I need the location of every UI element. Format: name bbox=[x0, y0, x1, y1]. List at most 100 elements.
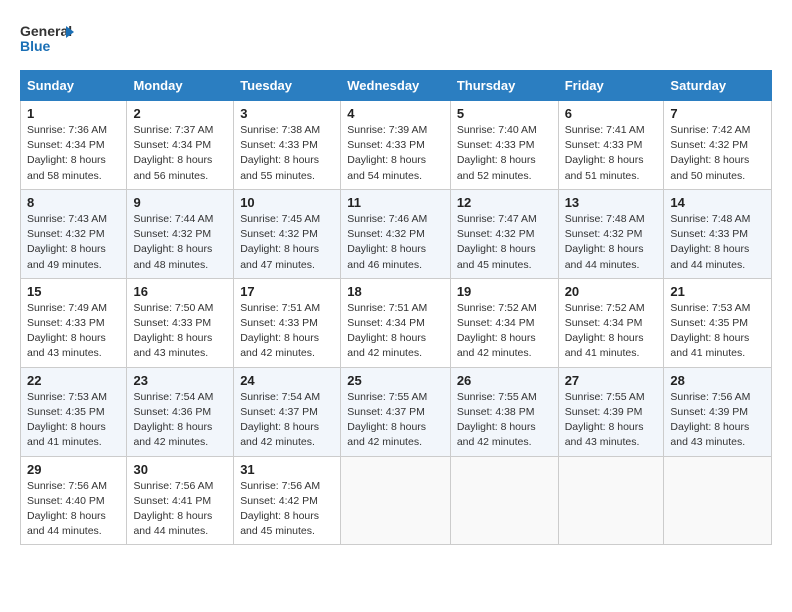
day-detail: Sunrise: 7:56 AMSunset: 4:42 PMDaylight:… bbox=[240, 480, 320, 538]
day-detail: Sunrise: 7:37 AMSunset: 4:34 PMDaylight:… bbox=[133, 124, 213, 182]
calendar-week-5: 29 Sunrise: 7:56 AMSunset: 4:40 PMDaylig… bbox=[21, 456, 772, 545]
calendar-cell: 26 Sunrise: 7:55 AMSunset: 4:38 PMDaylig… bbox=[450, 367, 558, 456]
day-number: 14 bbox=[670, 195, 765, 210]
calendar-cell: 12 Sunrise: 7:47 AMSunset: 4:32 PMDaylig… bbox=[450, 189, 558, 278]
day-number: 16 bbox=[133, 284, 227, 299]
day-detail: Sunrise: 7:48 AMSunset: 4:32 PMDaylight:… bbox=[565, 213, 645, 271]
calendar-cell: 17 Sunrise: 7:51 AMSunset: 4:33 PMDaylig… bbox=[234, 278, 341, 367]
calendar-cell: 22 Sunrise: 7:53 AMSunset: 4:35 PMDaylig… bbox=[21, 367, 127, 456]
day-detail: Sunrise: 7:51 AMSunset: 4:34 PMDaylight:… bbox=[347, 302, 427, 360]
day-detail: Sunrise: 7:39 AMSunset: 4:33 PMDaylight:… bbox=[347, 124, 427, 182]
day-detail: Sunrise: 7:52 AMSunset: 4:34 PMDaylight:… bbox=[565, 302, 645, 360]
calendar-header-thursday: Thursday bbox=[450, 71, 558, 101]
day-detail: Sunrise: 7:51 AMSunset: 4:33 PMDaylight:… bbox=[240, 302, 320, 360]
day-number: 2 bbox=[133, 106, 227, 121]
day-detail: Sunrise: 7:55 AMSunset: 4:38 PMDaylight:… bbox=[457, 391, 537, 449]
calendar-cell: 9 Sunrise: 7:44 AMSunset: 4:32 PMDayligh… bbox=[127, 189, 234, 278]
day-number: 15 bbox=[27, 284, 120, 299]
page: General Blue SundayMondayTuesdayWednesda… bbox=[0, 0, 792, 612]
calendar-cell: 5 Sunrise: 7:40 AMSunset: 4:33 PMDayligh… bbox=[450, 101, 558, 190]
day-number: 25 bbox=[347, 373, 444, 388]
day-number: 7 bbox=[670, 106, 765, 121]
calendar-header-wednesday: Wednesday bbox=[341, 71, 451, 101]
day-number: 11 bbox=[347, 195, 444, 210]
day-detail: Sunrise: 7:45 AMSunset: 4:32 PMDaylight:… bbox=[240, 213, 320, 271]
calendar-cell: 3 Sunrise: 7:38 AMSunset: 4:33 PMDayligh… bbox=[234, 101, 341, 190]
calendar-header-row: SundayMondayTuesdayWednesdayThursdayFrid… bbox=[21, 71, 772, 101]
day-number: 8 bbox=[27, 195, 120, 210]
day-detail: Sunrise: 7:47 AMSunset: 4:32 PMDaylight:… bbox=[457, 213, 537, 271]
day-detail: Sunrise: 7:54 AMSunset: 4:37 PMDaylight:… bbox=[240, 391, 320, 449]
calendar-header-sunday: Sunday bbox=[21, 71, 127, 101]
day-detail: Sunrise: 7:53 AMSunset: 4:35 PMDaylight:… bbox=[27, 391, 107, 449]
day-detail: Sunrise: 7:41 AMSunset: 4:33 PMDaylight:… bbox=[565, 124, 645, 182]
calendar-cell: 21 Sunrise: 7:53 AMSunset: 4:35 PMDaylig… bbox=[664, 278, 772, 367]
day-number: 9 bbox=[133, 195, 227, 210]
calendar-cell: 10 Sunrise: 7:45 AMSunset: 4:32 PMDaylig… bbox=[234, 189, 341, 278]
calendar-cell: 6 Sunrise: 7:41 AMSunset: 4:33 PMDayligh… bbox=[558, 101, 664, 190]
calendar-header-monday: Monday bbox=[127, 71, 234, 101]
day-detail: Sunrise: 7:38 AMSunset: 4:33 PMDaylight:… bbox=[240, 124, 320, 182]
day-number: 27 bbox=[565, 373, 658, 388]
day-number: 31 bbox=[240, 462, 334, 477]
day-number: 13 bbox=[565, 195, 658, 210]
day-detail: Sunrise: 7:48 AMSunset: 4:33 PMDaylight:… bbox=[670, 213, 750, 271]
calendar-cell: 31 Sunrise: 7:56 AMSunset: 4:42 PMDaylig… bbox=[234, 456, 341, 545]
day-number: 10 bbox=[240, 195, 334, 210]
day-detail: Sunrise: 7:55 AMSunset: 4:39 PMDaylight:… bbox=[565, 391, 645, 449]
day-detail: Sunrise: 7:49 AMSunset: 4:33 PMDaylight:… bbox=[27, 302, 107, 360]
day-detail: Sunrise: 7:54 AMSunset: 4:36 PMDaylight:… bbox=[133, 391, 213, 449]
day-number: 30 bbox=[133, 462, 227, 477]
calendar-cell: 18 Sunrise: 7:51 AMSunset: 4:34 PMDaylig… bbox=[341, 278, 451, 367]
day-number: 1 bbox=[27, 106, 120, 121]
calendar-cell: 25 Sunrise: 7:55 AMSunset: 4:37 PMDaylig… bbox=[341, 367, 451, 456]
calendar-cell: 13 Sunrise: 7:48 AMSunset: 4:32 PMDaylig… bbox=[558, 189, 664, 278]
calendar-cell bbox=[664, 456, 772, 545]
day-detail: Sunrise: 7:43 AMSunset: 4:32 PMDaylight:… bbox=[27, 213, 107, 271]
calendar-cell: 27 Sunrise: 7:55 AMSunset: 4:39 PMDaylig… bbox=[558, 367, 664, 456]
calendar-cell bbox=[450, 456, 558, 545]
calendar-header-tuesday: Tuesday bbox=[234, 71, 341, 101]
calendar-cell: 19 Sunrise: 7:52 AMSunset: 4:34 PMDaylig… bbox=[450, 278, 558, 367]
day-number: 12 bbox=[457, 195, 552, 210]
logo: General Blue bbox=[20, 18, 74, 60]
logo-icon: General Blue bbox=[20, 18, 74, 60]
day-number: 17 bbox=[240, 284, 334, 299]
calendar-cell: 4 Sunrise: 7:39 AMSunset: 4:33 PMDayligh… bbox=[341, 101, 451, 190]
svg-text:Blue: Blue bbox=[20, 38, 51, 54]
day-number: 18 bbox=[347, 284, 444, 299]
calendar-cell bbox=[341, 456, 451, 545]
day-number: 20 bbox=[565, 284, 658, 299]
day-detail: Sunrise: 7:36 AMSunset: 4:34 PMDaylight:… bbox=[27, 124, 107, 182]
calendar-cell: 24 Sunrise: 7:54 AMSunset: 4:37 PMDaylig… bbox=[234, 367, 341, 456]
day-detail: Sunrise: 7:42 AMSunset: 4:32 PMDaylight:… bbox=[670, 124, 750, 182]
day-detail: Sunrise: 7:52 AMSunset: 4:34 PMDaylight:… bbox=[457, 302, 537, 360]
day-number: 26 bbox=[457, 373, 552, 388]
calendar-cell: 15 Sunrise: 7:49 AMSunset: 4:33 PMDaylig… bbox=[21, 278, 127, 367]
day-detail: Sunrise: 7:55 AMSunset: 4:37 PMDaylight:… bbox=[347, 391, 427, 449]
day-number: 23 bbox=[133, 373, 227, 388]
day-detail: Sunrise: 7:53 AMSunset: 4:35 PMDaylight:… bbox=[670, 302, 750, 360]
calendar-week-3: 15 Sunrise: 7:49 AMSunset: 4:33 PMDaylig… bbox=[21, 278, 772, 367]
day-detail: Sunrise: 7:56 AMSunset: 4:40 PMDaylight:… bbox=[27, 480, 107, 538]
calendar-cell: 29 Sunrise: 7:56 AMSunset: 4:40 PMDaylig… bbox=[21, 456, 127, 545]
calendar-cell: 30 Sunrise: 7:56 AMSunset: 4:41 PMDaylig… bbox=[127, 456, 234, 545]
calendar-week-4: 22 Sunrise: 7:53 AMSunset: 4:35 PMDaylig… bbox=[21, 367, 772, 456]
day-detail: Sunrise: 7:50 AMSunset: 4:33 PMDaylight:… bbox=[133, 302, 213, 360]
svg-text:General: General bbox=[20, 23, 72, 39]
day-detail: Sunrise: 7:46 AMSunset: 4:32 PMDaylight:… bbox=[347, 213, 427, 271]
calendar-cell: 8 Sunrise: 7:43 AMSunset: 4:32 PMDayligh… bbox=[21, 189, 127, 278]
header: General Blue bbox=[20, 18, 772, 60]
day-number: 5 bbox=[457, 106, 552, 121]
calendar-cell: 7 Sunrise: 7:42 AMSunset: 4:32 PMDayligh… bbox=[664, 101, 772, 190]
day-number: 22 bbox=[27, 373, 120, 388]
day-number: 19 bbox=[457, 284, 552, 299]
calendar-week-2: 8 Sunrise: 7:43 AMSunset: 4:32 PMDayligh… bbox=[21, 189, 772, 278]
calendar-cell: 14 Sunrise: 7:48 AMSunset: 4:33 PMDaylig… bbox=[664, 189, 772, 278]
calendar-cell: 16 Sunrise: 7:50 AMSunset: 4:33 PMDaylig… bbox=[127, 278, 234, 367]
calendar-cell: 23 Sunrise: 7:54 AMSunset: 4:36 PMDaylig… bbox=[127, 367, 234, 456]
day-number: 29 bbox=[27, 462, 120, 477]
day-number: 4 bbox=[347, 106, 444, 121]
calendar-week-1: 1 Sunrise: 7:36 AMSunset: 4:34 PMDayligh… bbox=[21, 101, 772, 190]
day-detail: Sunrise: 7:56 AMSunset: 4:39 PMDaylight:… bbox=[670, 391, 750, 449]
